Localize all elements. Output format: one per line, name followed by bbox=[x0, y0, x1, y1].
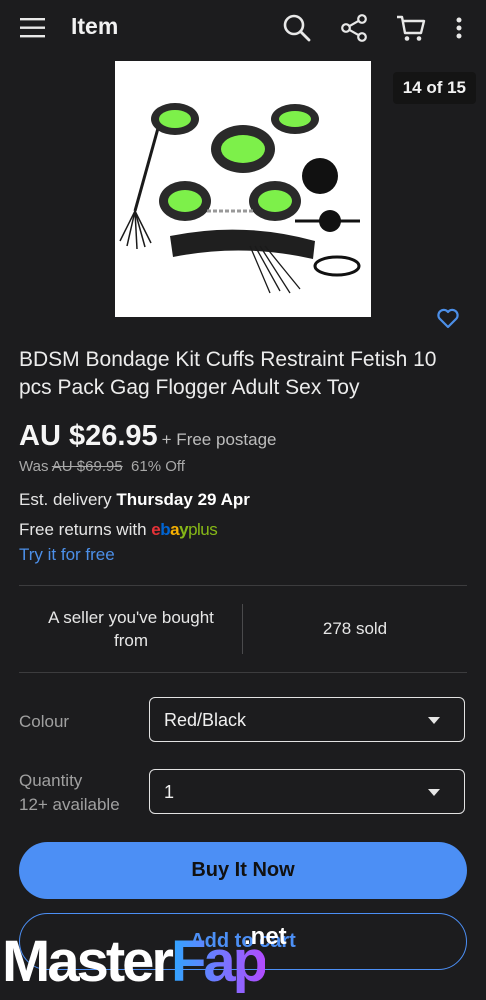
price-row: AU $26.95 + Free postage bbox=[19, 420, 276, 453]
cart-icon[interactable] bbox=[395, 12, 427, 44]
was-price-row: Was AU $69.95 61% Off bbox=[19, 458, 185, 475]
was-label: Was bbox=[19, 458, 49, 475]
search-icon[interactable] bbox=[281, 12, 313, 44]
quantity-label: Quantity 12+ available bbox=[19, 771, 120, 814]
heart-icon[interactable] bbox=[435, 305, 461, 331]
quantity-select[interactable]: 1 bbox=[149, 769, 465, 814]
returns-info: Free returns with ebayplus bbox=[19, 520, 218, 540]
image-gallery[interactable]: 14 of 15 bbox=[0, 56, 486, 336]
quantity-available: 12+ available bbox=[19, 795, 120, 814]
delivery-date: Thursday 29 Apr bbox=[116, 490, 250, 509]
chevron-down-icon bbox=[428, 717, 440, 724]
divider bbox=[19, 672, 467, 673]
app-bar: Item bbox=[0, 0, 486, 56]
page-title: Item bbox=[71, 13, 119, 39]
watermark-text: MasterFap bbox=[2, 929, 268, 994]
seller-info: A seller you've bought from 278 sold bbox=[19, 586, 467, 672]
ebay-plus-logo: ebayplus bbox=[151, 520, 218, 539]
buy-it-now-button[interactable]: Buy It Now bbox=[19, 842, 467, 899]
delivery-info: Est. delivery Thursday 29 Apr bbox=[19, 490, 250, 510]
share-icon[interactable] bbox=[338, 12, 370, 44]
watermark-logo: MasterFap .net bbox=[0, 923, 320, 1000]
more-icon[interactable] bbox=[445, 12, 473, 44]
sold-count: 278 sold bbox=[322, 619, 388, 638]
seller-note: A seller you've bought from bbox=[48, 608, 214, 650]
product-photo[interactable] bbox=[115, 61, 371, 317]
colour-label: Colour bbox=[19, 712, 70, 731]
try-it-free-link[interactable]: Try it for free bbox=[19, 545, 115, 565]
chevron-down-icon bbox=[428, 789, 440, 796]
discount: 61% Off bbox=[131, 458, 185, 475]
colour-select[interactable]: Red/Black bbox=[149, 697, 465, 742]
product-title: BDSM Bondage Kit Cuffs Restraint Fetish … bbox=[19, 348, 437, 399]
quantity-value: 1 bbox=[164, 782, 175, 802]
image-counter: 14 of 15 bbox=[392, 72, 476, 104]
price: AU $26.95 bbox=[19, 420, 158, 452]
returns-label: Free returns with bbox=[19, 520, 147, 539]
menu-icon[interactable] bbox=[18, 13, 48, 43]
watermark-suffix: .net bbox=[244, 923, 287, 950]
postage: + Free postage bbox=[161, 430, 277, 449]
delivery-label: Est. delivery bbox=[19, 490, 112, 509]
colour-value: Red/Black bbox=[164, 710, 247, 730]
was-price: AU $69.95 bbox=[51, 458, 123, 475]
